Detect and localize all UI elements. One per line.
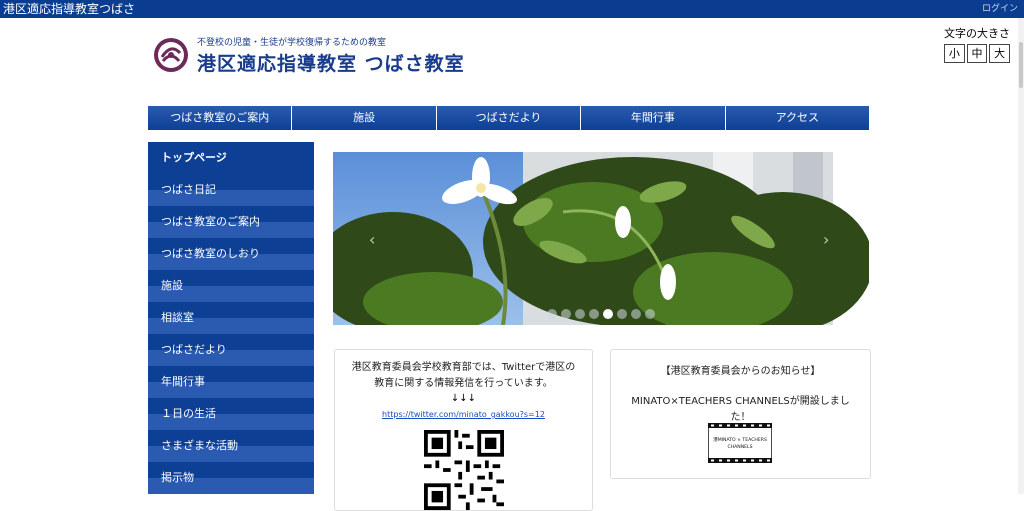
site-logo[interactable]: 不登校の児童・生徒が学校復帰するための教室 港区適応指導教室 つばさ教室 bbox=[153, 33, 465, 77]
sidebar-item-label: 施設 bbox=[161, 279, 183, 292]
nav-item-events[interactable]: 年間行事 bbox=[581, 106, 726, 130]
carousel-dot[interactable] bbox=[575, 309, 585, 319]
twitter-info-text: 港区教育委員会学校教育部では、Twitterで港区の教育に関する情報発信を行って… bbox=[351, 362, 576, 389]
sidebar-item-diary[interactable]: つばさ日記 bbox=[148, 174, 314, 206]
login-link[interactable]: ログイン bbox=[982, 2, 1018, 16]
notice-heading: 【港区教育委員会からのお知らせ】 bbox=[660, 366, 821, 377]
banner-line-1: 港MINATO × TEACHERS bbox=[713, 436, 767, 443]
sidebar-item-label: トップページ bbox=[161, 151, 227, 164]
nav-item-facility[interactable]: 施設 bbox=[292, 106, 437, 130]
carousel-dot[interactable] bbox=[547, 309, 557, 319]
font-size-label: 文字の大きさ bbox=[944, 27, 1010, 40]
top-bar: 港区適応指導教室つばさ ログイン bbox=[0, 0, 1024, 18]
scrollbar-thumb[interactable] bbox=[1019, 42, 1023, 88]
photo-carousel[interactable]: ‹ › bbox=[333, 152, 869, 325]
carousel-dot[interactable] bbox=[617, 309, 627, 319]
twitter-link[interactable]: https://twitter.com/minato_gakkou?s=12 bbox=[335, 408, 592, 422]
logo-title: 港区適応指導教室 つばさ教室 bbox=[197, 53, 465, 75]
logo-tagline: 不登校の児童・生徒が学校復帰するための教室 bbox=[197, 38, 387, 48]
sidebar-item-newsletter[interactable]: つばさだより bbox=[148, 334, 314, 366]
font-size-small-button[interactable]: 小 bbox=[944, 44, 965, 63]
nav-item-access[interactable]: アクセス bbox=[725, 106, 870, 130]
sidebar-item-label: 掲示物 bbox=[161, 471, 194, 484]
font-size-medium-button[interactable]: 中 bbox=[966, 44, 988, 63]
sidebar-item-label: 相談室 bbox=[161, 311, 194, 324]
carousel-dot[interactable] bbox=[603, 309, 613, 319]
global-nav: つばさ教室のご案内 施設 つばさだより 年間行事 アクセス bbox=[148, 106, 870, 130]
sidebar-item-label: つばさ教室のしおり bbox=[161, 247, 260, 260]
sidebar-item-label: つばさ教室のご案内 bbox=[161, 215, 260, 228]
notice-text: MINATO×TEACHERS CHANNELSが開設しました！ bbox=[631, 396, 850, 423]
sidebar-item-facility[interactable]: 施設 bbox=[148, 270, 314, 302]
qr-code-image bbox=[424, 430, 504, 510]
sidebar-item-top[interactable]: トップページ bbox=[148, 142, 314, 174]
sidebar-menu: トップページ つばさ日記 つばさ教室のご案内 つばさ教室のしおり 施設 相談室 … bbox=[148, 142, 314, 494]
sidebar-item-notices[interactable]: 掲示物 bbox=[148, 462, 314, 494]
sidebar-item-events[interactable]: 年間行事 bbox=[148, 366, 314, 398]
carousel-slide-image: ‹ › bbox=[333, 152, 869, 325]
sidebar-item-activities[interactable]: さまざまな活動 bbox=[148, 430, 314, 462]
nav-item-newsletter[interactable]: つばさだより bbox=[436, 106, 582, 130]
carousel-dot[interactable] bbox=[561, 309, 571, 319]
carousel-dot[interactable] bbox=[631, 309, 641, 319]
carousel-prev-icon[interactable]: ‹ bbox=[369, 230, 375, 249]
font-size-large-button[interactable]: 大 bbox=[989, 44, 1011, 63]
sidebar-item-label: つばさ日記 bbox=[161, 183, 216, 196]
teachers-channels-banner[interactable]: 港MINATO × TEACHERS CHANNELS bbox=[708, 423, 772, 463]
sidebar-item-label: 年間行事 bbox=[161, 375, 205, 388]
sidebar-item-consultation[interactable]: 相談室 bbox=[148, 302, 314, 334]
sidebar-item-label: さまざまな活動 bbox=[161, 439, 238, 452]
page-scrollbar[interactable] bbox=[1018, 18, 1024, 494]
carousel-next-icon[interactable]: › bbox=[823, 230, 829, 249]
notice-box: 【港区教育委員会からのお知らせ】 MINATO×TEACHERS CHANNEL… bbox=[610, 349, 871, 479]
emblem-icon bbox=[154, 38, 188, 72]
sidebar-item-label: つばさだより bbox=[161, 343, 227, 356]
carousel-dot[interactable] bbox=[589, 309, 599, 319]
sidebar-item-daily-life[interactable]: １日の生活 bbox=[148, 398, 314, 430]
banner-line-2: CHANNELS bbox=[727, 444, 752, 450]
nav-item-guide[interactable]: つばさ教室のご案内 bbox=[148, 106, 293, 130]
sidebar-item-handbook[interactable]: つばさ教室のしおり bbox=[148, 238, 314, 270]
font-size-control: 文字の大きさ 小 中 大 bbox=[944, 27, 1011, 63]
carousel-dot[interactable] bbox=[645, 309, 655, 319]
twitter-info-box: 港区教育委員会学校教育部では、Twitterで港区の教育に関する情報発信を行って… bbox=[334, 349, 593, 511]
sidebar-item-label: １日の生活 bbox=[161, 407, 216, 420]
twitter-info-arrows: ↓↓↓ bbox=[450, 393, 477, 404]
site-name[interactable]: 港区適応指導教室つばさ bbox=[3, 1, 135, 17]
sidebar-item-guide[interactable]: つばさ教室のご案内 bbox=[148, 206, 314, 238]
